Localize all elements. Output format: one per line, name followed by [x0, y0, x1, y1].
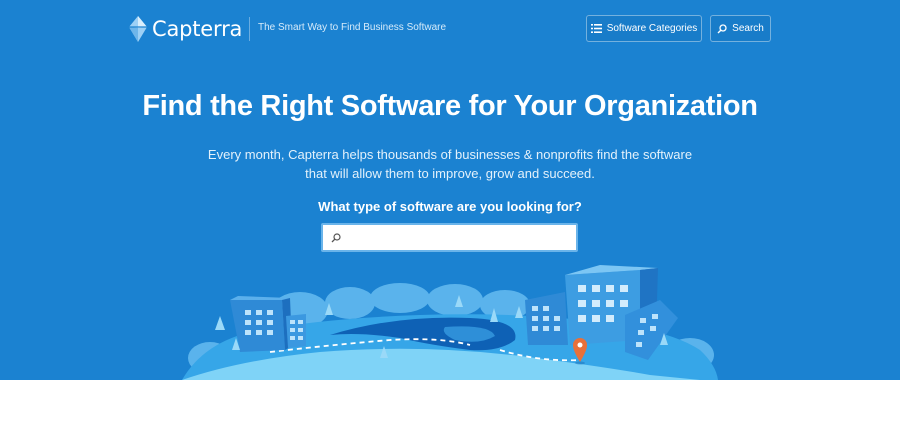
hero-subtitle: Every month, Capterra helps thousands of…: [200, 145, 700, 183]
search-label: Search: [732, 23, 764, 34]
software-categories-label: Software Categories: [606, 23, 698, 34]
search-icon: [331, 232, 341, 243]
page-title: Find the Right Software for Your Organiz…: [142, 90, 758, 122]
page-body-blank: [0, 380, 900, 425]
logo-text: Capterra: [152, 17, 243, 41]
tagline: The Smart Way to Find Business Software: [258, 22, 447, 33]
hero-section: Capterra The Smart Way to Find Business …: [0, 0, 900, 380]
capterra-logo-icon: [129, 16, 147, 42]
capterra-logo[interactable]: Capterra: [128, 14, 242, 44]
list-icon: [590, 24, 602, 33]
city-illustration: [182, 265, 718, 380]
hero-subtitle-line-1: Every month, Capterra helps thousands of…: [207, 147, 693, 162]
search-button[interactable]: Search: [710, 15, 771, 42]
software-search-input[interactable]: [346, 224, 576, 251]
header-divider: [249, 17, 250, 41]
search-icon: [717, 23, 727, 34]
hero-subtitle-line-2: that will allow them to improve, grow an…: [305, 166, 595, 181]
software-categories-button[interactable]: Software Categories: [586, 15, 702, 42]
search-prompt: What type of software are you looking fo…: [318, 199, 582, 214]
software-search-field[interactable]: [321, 223, 578, 252]
